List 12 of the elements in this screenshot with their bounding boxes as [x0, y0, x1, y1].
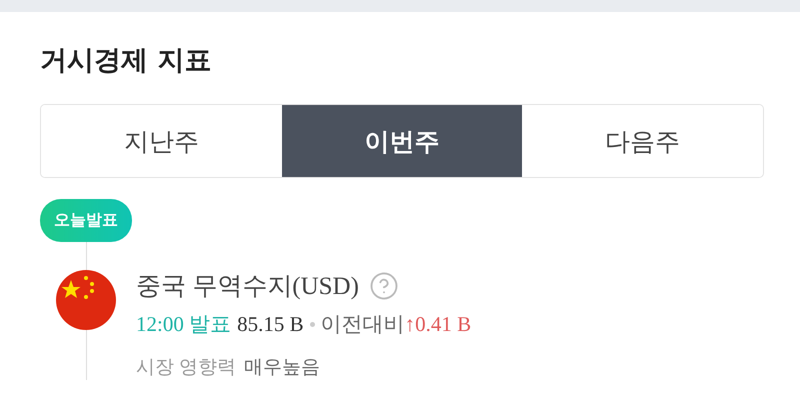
page-title: 거시경제 지표 — [40, 44, 212, 78]
indicator-name: 중국 무역수지(USD) — [136, 272, 359, 302]
week-tab[interactable]: 이번주 — [282, 105, 522, 177]
change-value: ↑0.41 B — [404, 312, 472, 336]
help-icon[interactable] — [368, 270, 399, 300]
flag-icon — [55, 269, 117, 331]
today-badge: 오늘발표 — [40, 199, 132, 242]
actual-value: 85.15 B — [237, 312, 304, 336]
impact-value: 매우높음 — [244, 356, 320, 380]
compare-label: 이전대비 — [320, 311, 405, 338]
impact-label: 시장 영향력 — [136, 356, 236, 380]
release-time: 12:00 발표 — [136, 311, 232, 338]
